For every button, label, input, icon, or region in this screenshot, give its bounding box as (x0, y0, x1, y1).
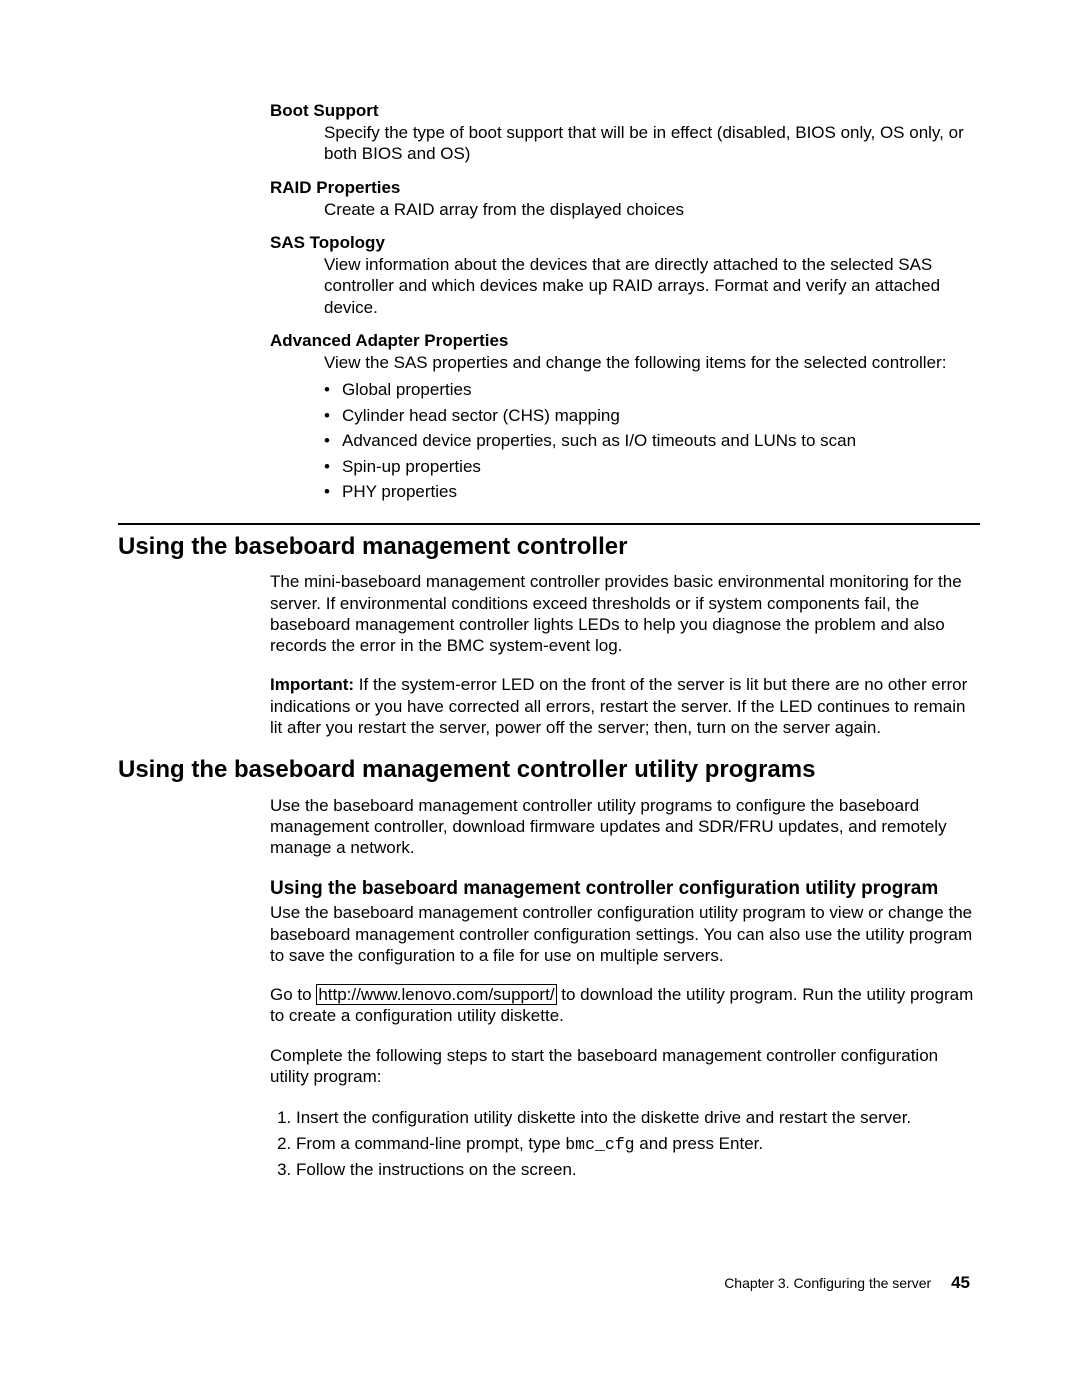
paragraph-with-link: Go to http://www.lenovo.com/support/ to … (270, 984, 980, 1027)
page-number: 45 (951, 1273, 970, 1292)
list-item: Insert the configuration utility diskett… (296, 1105, 980, 1131)
heading-bmc: Using the baseboard management controlle… (118, 533, 980, 562)
definition-desc: View the SAS properties and change the f… (324, 352, 980, 373)
paragraph: Use the baseboard management controller … (270, 902, 980, 966)
list-item: Advanced device properties, such as I/O … (324, 428, 980, 454)
section-divider (118, 523, 980, 525)
definition-term: RAID Properties (270, 177, 980, 199)
chapter-label: Chapter 3. Configuring the server (724, 1275, 931, 1291)
paragraph: The mini-baseboard management controller… (270, 571, 980, 656)
definition-sas-topology: SAS Topology View information about the … (270, 232, 980, 318)
important-note: Important: If the system-error LED on th… (270, 674, 980, 738)
document-page: Boot Support Specify the type of boot su… (0, 0, 1080, 1353)
advanced-adapter-bullets: Global properties Cylinder head sector (… (324, 377, 980, 505)
step-text: From a command-line prompt, type (296, 1134, 565, 1153)
definition-desc: Create a RAID array from the displayed c… (324, 199, 980, 220)
definition-term: SAS Topology (270, 232, 980, 254)
text-before-link: Go to (270, 985, 316, 1004)
list-item: Global properties (324, 377, 980, 403)
subheading-config-utility: Using the baseboard management controlle… (270, 877, 980, 901)
support-link[interactable]: http://www.lenovo.com/support/ (316, 984, 556, 1005)
list-item: From a command-line prompt, type bmc_cfg… (296, 1131, 980, 1158)
definition-desc: View information about the devices that … (324, 254, 980, 318)
list-item: Follow the instructions on the screen. (296, 1157, 980, 1183)
step-text-post: and press Enter. (635, 1134, 764, 1153)
list-item: PHY properties (324, 479, 980, 505)
definition-boot-support: Boot Support Specify the type of boot su… (270, 100, 980, 165)
paragraph: Use the baseboard management controller … (270, 795, 980, 859)
important-text: If the system-error LED on the front of … (270, 675, 967, 737)
important-label: Important: (270, 675, 354, 694)
definition-term: Boot Support (270, 100, 980, 122)
definition-raid-properties: RAID Properties Create a RAID array from… (270, 177, 980, 220)
steps-list: Insert the configuration utility diskett… (270, 1105, 980, 1183)
list-item: Spin-up properties (324, 454, 980, 480)
definition-term: Advanced Adapter Properties (270, 330, 980, 352)
heading-bmc-utility: Using the baseboard management controlle… (118, 756, 980, 785)
list-item: Cylinder head sector (CHS) mapping (324, 403, 980, 429)
page-footer: Chapter 3. Configuring the server 45 (118, 1273, 980, 1293)
definition-advanced-adapter: Advanced Adapter Properties View the SAS… (270, 330, 980, 505)
definition-desc: Specify the type of boot support that wi… (324, 122, 980, 165)
code-inline: bmc_cfg (565, 1135, 634, 1154)
paragraph: Complete the following steps to start th… (270, 1045, 980, 1088)
